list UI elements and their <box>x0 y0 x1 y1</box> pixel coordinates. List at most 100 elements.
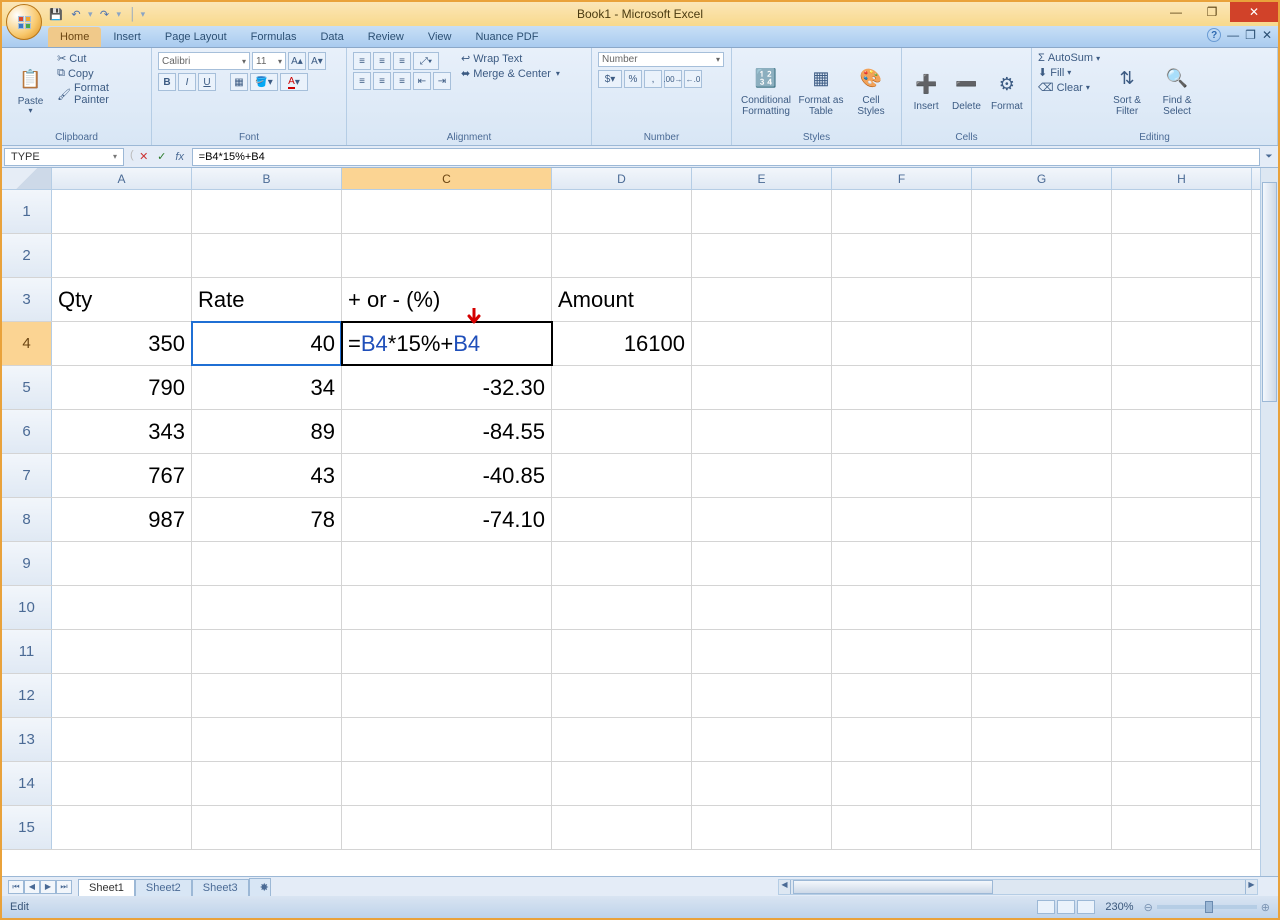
insert-cells-button[interactable]: ➕Insert <box>908 52 944 130</box>
number-format-combo[interactable]: Number▾ <box>598 52 724 67</box>
row-header[interactable]: 2 <box>2 234 52 277</box>
name-box[interactable]: TYPE▾ <box>4 148 124 166</box>
sort-filter-button[interactable]: ⇅Sort & Filter <box>1104 52 1150 130</box>
cell-h1[interactable] <box>1112 190 1252 233</box>
decrease-indent-button[interactable]: ⇤ <box>413 72 431 90</box>
align-center-button[interactable]: ≡ <box>373 72 391 90</box>
sheet-nav-last[interactable]: ⏭ <box>56 880 72 894</box>
bold-button[interactable]: B <box>158 73 176 91</box>
horizontal-scrollbar[interactable]: ◀ ▶ <box>778 879 1258 895</box>
cell-styles-button[interactable]: 🎨Cell Styles <box>848 52 894 130</box>
mdi-close-icon[interactable]: ✕ <box>1262 28 1272 42</box>
clear-button[interactable]: ⌫Clear▾ <box>1038 81 1100 94</box>
zoom-slider[interactable] <box>1157 905 1257 909</box>
row-header[interactable]: 4 <box>2 322 52 365</box>
fx-button[interactable]: fx <box>172 149 188 165</box>
cell-b5[interactable]: 34 <box>192 366 342 409</box>
cell-a4[interactable]: 350 <box>52 322 192 365</box>
enter-formula-button[interactable]: ✓ <box>154 149 170 165</box>
align-right-button[interactable]: ≡ <box>393 72 411 90</box>
row-header[interactable]: 5 <box>2 366 52 409</box>
row-header[interactable]: 12 <box>2 674 52 717</box>
sheet-tab-3[interactable]: Sheet3 <box>192 879 249 896</box>
col-header-d[interactable]: D <box>552 168 692 189</box>
tab-home[interactable]: Home <box>48 27 101 47</box>
cell-b1[interactable] <box>192 190 342 233</box>
save-icon[interactable]: 💾 <box>48 6 64 22</box>
cell-c4[interactable]: =B4*15%+B4 <box>342 322 552 365</box>
border-button[interactable]: ▦ <box>230 73 248 91</box>
cell-e1[interactable] <box>692 190 832 233</box>
merge-center-button[interactable]: ⬌Merge & Center▾ <box>461 67 560 80</box>
vertical-scrollbar[interactable] <box>1260 168 1278 876</box>
row-header[interactable]: 14 <box>2 762 52 805</box>
cell-b8[interactable]: 78 <box>192 498 342 541</box>
zoom-in-button[interactable]: ⊕ <box>1261 901 1270 914</box>
tab-nuance-pdf[interactable]: Nuance PDF <box>463 27 550 47</box>
comma-format-button[interactable]: , <box>644 70 662 88</box>
cell-c1[interactable] <box>342 190 552 233</box>
cell-b7[interactable]: 43 <box>192 454 342 497</box>
align-top-button[interactable]: ≡ <box>353 52 371 70</box>
col-header-c[interactable]: C <box>342 168 552 189</box>
wrap-text-button[interactable]: ↩Wrap Text <box>461 52 560 65</box>
office-button[interactable] <box>6 4 42 40</box>
row-header[interactable]: 15 <box>2 806 52 849</box>
sheet-nav-first[interactable]: ⏮ <box>8 880 24 894</box>
tab-view[interactable]: View <box>416 27 464 47</box>
formula-bar[interactable]: =B4*15%+B4 <box>192 148 1260 166</box>
sheet-tab-2[interactable]: Sheet2 <box>135 879 192 896</box>
cell-a1[interactable] <box>52 190 192 233</box>
undo-dropdown-icon[interactable]: ▾ <box>88 9 93 20</box>
zoom-level[interactable]: 230% <box>1105 901 1133 913</box>
tab-data[interactable]: Data <box>308 27 355 47</box>
vscroll-thumb[interactable] <box>1262 182 1277 402</box>
cell-b3[interactable]: Rate <box>192 278 342 321</box>
cell-c7[interactable]: -40.85 <box>342 454 552 497</box>
paste-button[interactable]: 📋 Paste ▾ <box>8 52 53 130</box>
qat-customize-icon[interactable]: ▾ <box>141 9 146 20</box>
autosum-button[interactable]: ΣAutoSum▾ <box>1038 52 1100 64</box>
close-button[interactable]: ✕ <box>1230 2 1278 22</box>
font-size-combo[interactable]: 11▾ <box>252 52 286 70</box>
conditional-formatting-button[interactable]: 🔢Conditional Formatting <box>738 52 794 130</box>
cell-a6[interactable]: 343 <box>52 410 192 453</box>
format-painter-button[interactable]: 🖌Format Painter <box>57 82 145 106</box>
sheet-nav-prev[interactable]: ◀ <box>24 880 40 894</box>
col-header-a[interactable]: A <box>52 168 192 189</box>
col-header-b[interactable]: B <box>192 168 342 189</box>
format-as-table-button[interactable]: ▦Format as Table <box>798 52 844 130</box>
delete-cells-button[interactable]: ➖Delete <box>948 52 984 130</box>
find-select-button[interactable]: 🔍Find & Select <box>1154 52 1200 130</box>
accounting-format-button[interactable]: $▾ <box>598 70 622 88</box>
shrink-font-button[interactable]: A▾ <box>308 52 326 70</box>
help-icon[interactable]: ? <box>1207 28 1221 42</box>
col-header-g[interactable]: G <box>972 168 1112 189</box>
fill-color-button[interactable]: 🪣▾ <box>250 73 278 91</box>
increase-indent-button[interactable]: ⇥ <box>433 72 451 90</box>
expand-formula-bar-button[interactable]: ⏷ <box>1260 151 1278 162</box>
cell-g1[interactable] <box>972 190 1112 233</box>
italic-button[interactable]: I <box>178 73 196 91</box>
mdi-restore-icon[interactable]: ❐ <box>1245 28 1256 42</box>
col-header-h[interactable]: H <box>1112 168 1252 189</box>
cell-a7[interactable]: 767 <box>52 454 192 497</box>
tab-review[interactable]: Review <box>356 27 416 47</box>
row-header[interactable]: 1 <box>2 190 52 233</box>
cancel-formula-button[interactable]: ✕ <box>136 149 152 165</box>
row-header[interactable]: 3 <box>2 278 52 321</box>
tab-formulas[interactable]: Formulas <box>239 27 309 47</box>
row-header[interactable]: 11 <box>2 630 52 673</box>
cell-b4[interactable]: 40 <box>192 322 342 365</box>
format-cells-button[interactable]: ⚙Format <box>989 52 1025 130</box>
tab-insert[interactable]: Insert <box>101 27 153 47</box>
percent-format-button[interactable]: % <box>624 70 642 88</box>
minimize-button[interactable]: — <box>1158 2 1194 22</box>
row-header[interactable]: 10 <box>2 586 52 629</box>
cell-d1[interactable] <box>552 190 692 233</box>
cut-button[interactable]: ✂Cut <box>57 52 145 65</box>
fill-button[interactable]: ⬇Fill▾ <box>1038 66 1100 79</box>
mdi-minimize-icon[interactable]: — <box>1227 28 1239 42</box>
cell-d3[interactable]: Amount <box>552 278 692 321</box>
font-color-button[interactable]: A▾ <box>280 73 308 91</box>
